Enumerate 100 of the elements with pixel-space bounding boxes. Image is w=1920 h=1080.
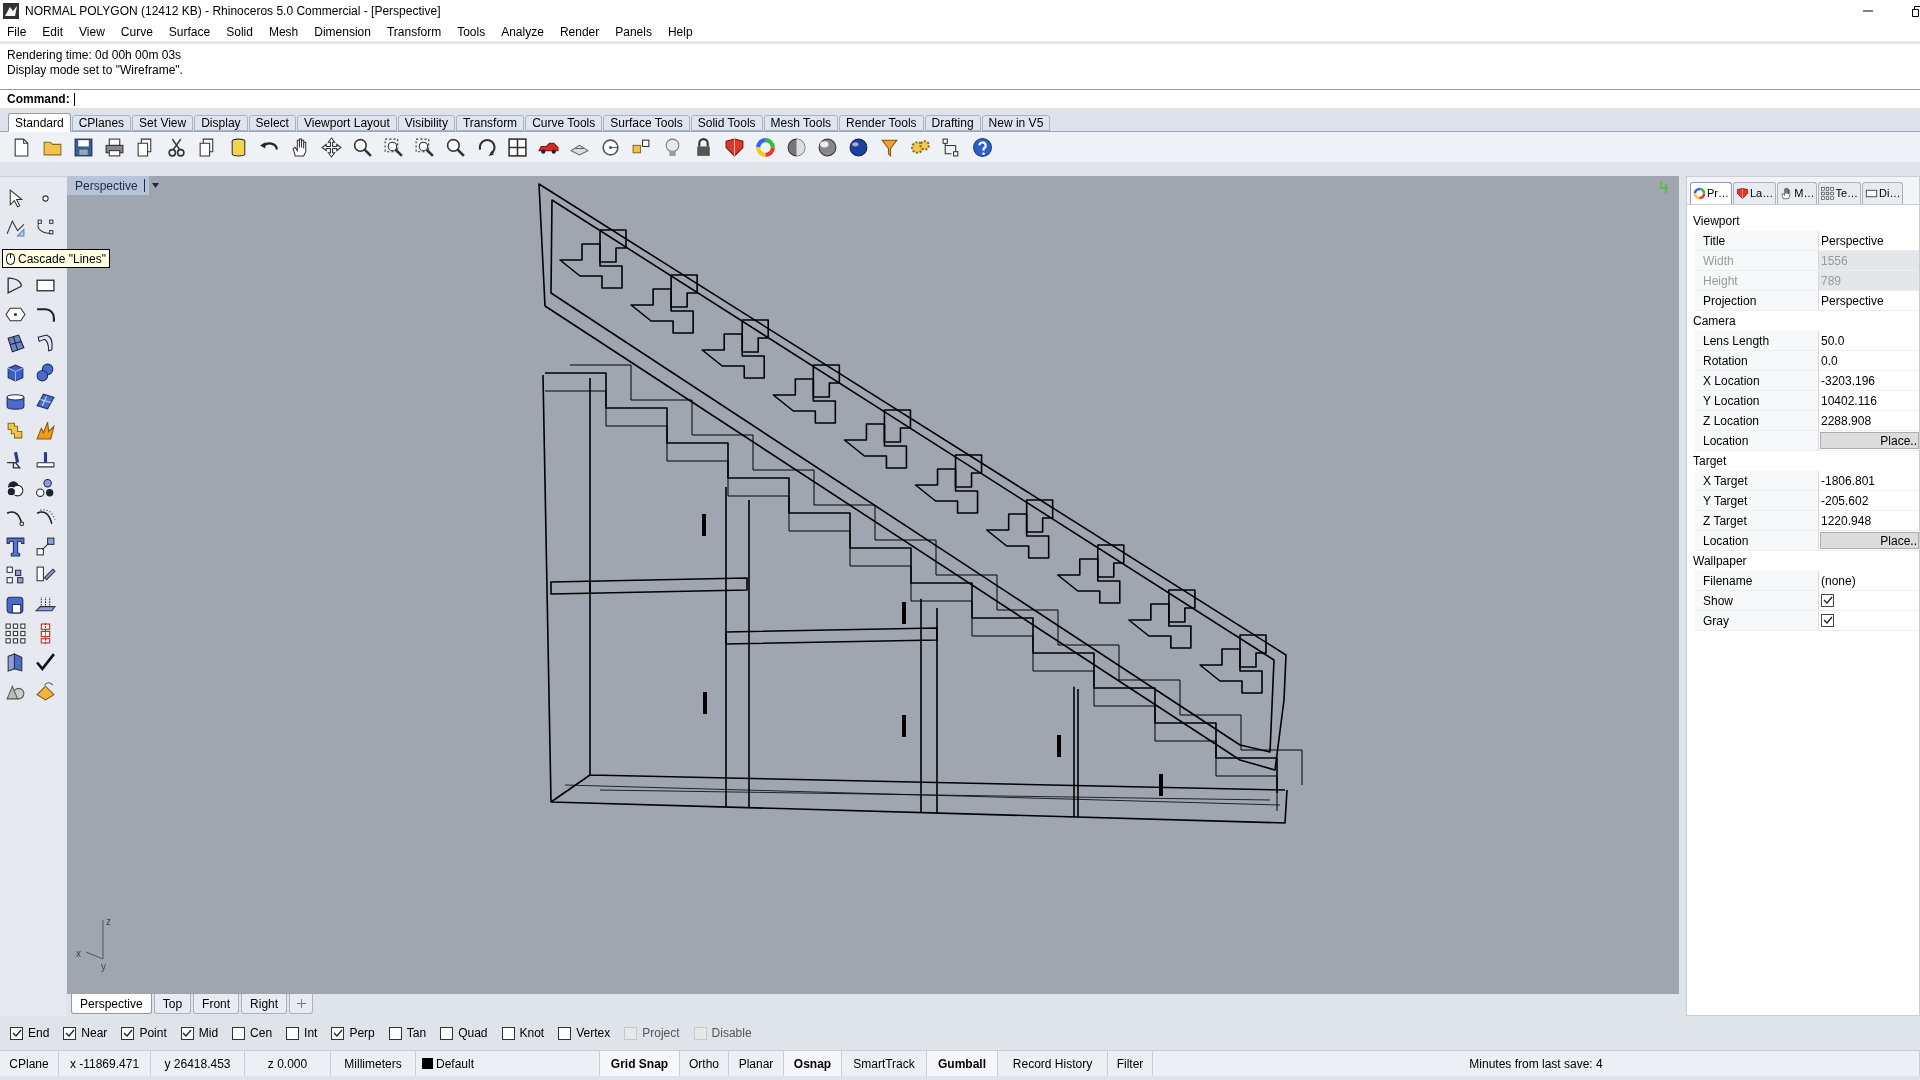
- toolbar-tab[interactable]: Select: [248, 115, 296, 131]
- printer-icon[interactable]: [104, 136, 125, 158]
- menu-item[interactable]: Dimension: [314, 22, 371, 41]
- circles-icon[interactable]: [5, 478, 26, 499]
- status-toggle[interactable]: Grid Snap: [600, 1051, 680, 1076]
- cut-icon[interactable]: [166, 136, 187, 158]
- checkbox[interactable]: [232, 1026, 246, 1040]
- menu-item[interactable]: Render: [559, 22, 600, 41]
- property-value[interactable]: -205.602: [1819, 491, 1919, 510]
- viewport-tab[interactable]: Perspective: [71, 994, 152, 1014]
- shield-icon[interactable]: [724, 136, 745, 158]
- toolbar-tab[interactable]: Set View: [132, 115, 194, 131]
- panel-tab[interactable]: La…: [1733, 182, 1777, 204]
- menu-item[interactable]: Curve: [120, 22, 153, 41]
- toolbar-tab[interactable]: Viewport Layout: [296, 115, 397, 131]
- checkbox[interactable]: [331, 1026, 345, 1040]
- explode-icon[interactable]: [35, 420, 56, 441]
- property-value[interactable]: Perspective: [1819, 291, 1919, 310]
- checkbox[interactable]: [388, 1026, 402, 1040]
- viewport-tab[interactable]: Top: [153, 994, 192, 1014]
- toolbar-tab[interactable]: Surface Tools: [603, 115, 690, 131]
- rotate-view-icon[interactable]: [476, 136, 497, 158]
- property-value[interactable]: 50.0: [1819, 331, 1919, 350]
- property-value[interactable]: Perspective: [1819, 231, 1919, 250]
- zoom-selected-icon[interactable]: [445, 136, 466, 158]
- property-value[interactable]: 0.0: [1819, 351, 1919, 370]
- checkbox[interactable]: [180, 1026, 194, 1040]
- viewport-title[interactable]: Perspective: [67, 176, 149, 195]
- help-icon[interactable]: [972, 136, 993, 158]
- property-value[interactable]: (none): [1819, 571, 1919, 590]
- array-icon[interactable]: [5, 623, 26, 644]
- surface-icon[interactable]: [35, 391, 56, 412]
- split-icon[interactable]: [35, 449, 56, 470]
- text-icon[interactable]: [5, 536, 26, 557]
- restore-icon[interactable]: [1912, 5, 1920, 17]
- sphere-icon[interactable]: [786, 136, 807, 158]
- checkbox[interactable]: [121, 1026, 135, 1040]
- toolbar-tab[interactable]: New in V5: [981, 115, 1051, 131]
- property-value[interactable]: 2288.908: [1819, 411, 1919, 430]
- toolbar-tab[interactable]: Standard: [8, 113, 71, 132]
- toolbar-tab[interactable]: Render Tools: [839, 115, 924, 131]
- save-icon[interactable]: [73, 136, 94, 158]
- cylinder-icon[interactable]: [5, 391, 26, 412]
- menu-item[interactable]: Surface: [168, 22, 211, 41]
- toolbar-tab[interactable]: Display: [194, 115, 248, 131]
- property-value[interactable]: 10402.116: [1819, 391, 1919, 410]
- move-arrows-icon[interactable]: [321, 136, 342, 158]
- checkbox[interactable]: [440, 1026, 454, 1040]
- check-icon[interactable]: [35, 652, 56, 673]
- toolbar-tab[interactable]: Drafting: [924, 115, 981, 131]
- place-button[interactable]: Place..: [1820, 532, 1919, 549]
- viewport-grid-icon[interactable]: [507, 136, 528, 158]
- circle-icon[interactable]: [600, 136, 621, 158]
- viewport-tab[interactable]: Front: [193, 994, 240, 1014]
- toolbar-tab[interactable]: Curve Tools: [525, 115, 603, 131]
- zoom-extents-icon[interactable]: [414, 136, 435, 158]
- status-toggle[interactable]: Osnap: [784, 1051, 842, 1076]
- menu-item[interactable]: Solid: [226, 22, 253, 41]
- menu-item[interactable]: Mesh: [268, 22, 299, 41]
- property-value[interactable]: 1220.948: [1819, 511, 1919, 530]
- panel-tab[interactable]: Pr…: [1690, 182, 1732, 204]
- status-toggle[interactable]: Record History: [998, 1051, 1108, 1076]
- add-tab-button[interactable]: [289, 994, 314, 1014]
- property-value[interactable]: -3203.196: [1819, 371, 1919, 390]
- spheres-icon[interactable]: [35, 362, 56, 383]
- squares-icon[interactable]: [5, 565, 26, 586]
- dropdown-icon[interactable]: [152, 183, 159, 188]
- zoom-window-icon[interactable]: [383, 136, 404, 158]
- menu-item[interactable]: File: [7, 22, 27, 41]
- checkbox[interactable]: [501, 1026, 515, 1040]
- checkbox[interactable]: [558, 1026, 572, 1040]
- checkbox[interactable]: [10, 1026, 23, 1040]
- sphere-icon[interactable]: [848, 136, 869, 158]
- viewport-tab[interactable]: Right: [241, 994, 288, 1014]
- toolbar-tab[interactable]: Solid Tools: [690, 115, 763, 131]
- checkbox[interactable]: [286, 1026, 300, 1040]
- sphere-icon[interactable]: [817, 136, 838, 158]
- scale-icon[interactable]: [35, 536, 56, 557]
- status-toggle[interactable]: Gumball: [927, 1051, 998, 1076]
- checkbox[interactable]: [1821, 594, 1834, 607]
- status-toggle[interactable]: Ortho: [680, 1051, 729, 1076]
- menu-item[interactable]: Transform: [386, 22, 442, 41]
- cube-icon[interactable]: [5, 362, 26, 383]
- surface-icon[interactable]: [5, 333, 26, 354]
- property-value[interactable]: -1806.801: [1819, 471, 1919, 490]
- place-button[interactable]: Place..: [1820, 432, 1919, 449]
- toolbar-tab[interactable]: Visibility: [397, 115, 455, 131]
- pyramid-icon[interactable]: [35, 681, 56, 702]
- polyline-icon[interactable]: [5, 217, 26, 238]
- panel-tab[interactable]: Te…: [1818, 182, 1862, 204]
- zoom-icon[interactable]: [352, 136, 373, 158]
- menu-item[interactable]: Panels: [615, 22, 652, 41]
- checkbox[interactable]: [63, 1026, 77, 1040]
- toolbar-tab[interactable]: CPlanes: [71, 115, 132, 131]
- status-toggle[interactable]: Filter: [1108, 1051, 1153, 1076]
- menu-item[interactable]: Edit: [42, 22, 64, 41]
- color-wheel-icon[interactable]: [755, 136, 776, 158]
- menu-item[interactable]: Analyze: [501, 22, 544, 41]
- menu-item[interactable]: Tools: [457, 22, 486, 41]
- menu-item[interactable]: View: [79, 22, 105, 41]
